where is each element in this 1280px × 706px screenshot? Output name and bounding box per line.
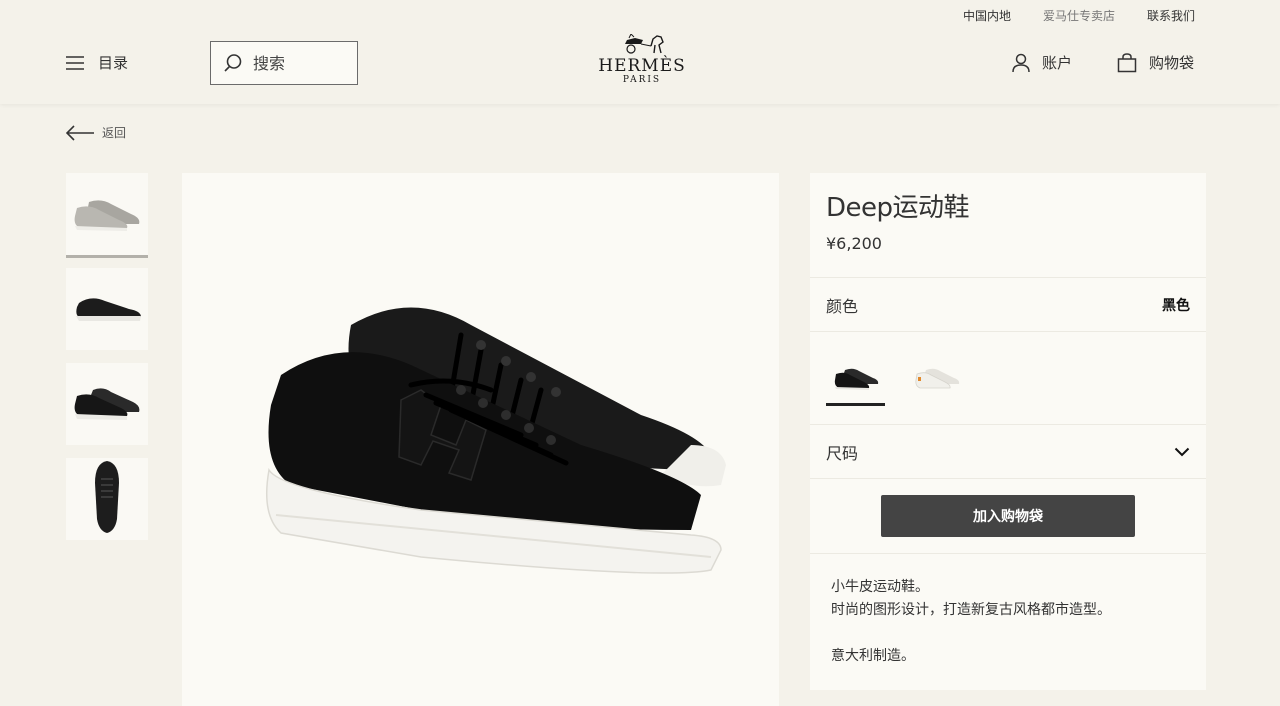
color-value: 黑色 (1162, 297, 1190, 314)
main-product-image[interactable] (182, 173, 779, 706)
black-sneaker-swatch-image (834, 368, 878, 390)
bag-label: 购物袋 (1149, 54, 1195, 72)
add-to-bag-button[interactable]: 加入购物袋 (881, 495, 1135, 537)
product-title: Deep运动鞋 (826, 193, 970, 223)
grey-sneaker-pair-image (74, 200, 140, 231)
account-label: 账户 (1042, 54, 1073, 72)
thumbnail-list (66, 173, 148, 553)
site-header: 中国内地 爱马仕专卖店 联系我们 目录 HERMÈS PARIS (0, 0, 1280, 104)
swatch-black[interactable] (826, 352, 885, 406)
thumbnail-2[interactable] (66, 268, 148, 350)
search-icon (224, 54, 242, 72)
color-label: 颜色 (826, 296, 859, 316)
black-sneaker-pair-thumb-image (74, 388, 140, 420)
swatch-white[interactable] (907, 352, 966, 406)
top-links: 中国内地 爱马仕专卖店 联系我们 (963, 7, 1195, 24)
account-button[interactable]: 账户 (1012, 52, 1072, 73)
product-price: ¥6,200 (826, 234, 882, 253)
stores-link[interactable]: 爱马仕专卖店 (1043, 7, 1115, 24)
black-sneaker-top-image (95, 461, 119, 533)
arrow-left-icon (66, 125, 94, 141)
color-swatches (810, 332, 1206, 424)
white-sneaker-swatch-image (914, 368, 959, 389)
thumbnail-3[interactable] (66, 363, 148, 445)
back-label: 返回 (102, 126, 127, 140)
brand-logo[interactable]: HERMÈS PARIS (596, 33, 688, 85)
menu-label: 目录 (98, 54, 129, 72)
thumbnail-4[interactable] (66, 458, 148, 540)
chevron-down-icon (1174, 447, 1190, 456)
thumbnail-1[interactable] (66, 173, 148, 258)
size-selector[interactable]: 尺码 (810, 425, 1206, 478)
carriage-logo-icon (625, 33, 664, 54)
description-line: 意大利制造。 (831, 648, 915, 664)
region-link[interactable]: 中国内地 (963, 7, 1011, 24)
logo-city: PARIS (622, 75, 662, 85)
contact-link[interactable]: 联系我们 (1147, 7, 1195, 24)
back-link[interactable]: 返回 (66, 124, 126, 141)
product-panel: Deep运动鞋 ¥6,200 颜色 黑色 尺码 加入购物袋 小牛皮运动鞋。 时尚… (810, 173, 1206, 690)
product-description: 小牛皮运动鞋。 时尚的图形设计，打造新复古风格都市造型。 意大利制造。 (810, 554, 1206, 690)
color-row: 颜色 黑色 (810, 278, 1206, 331)
description-line: 时尚的图形设计，打造新复古风格都市造型。 (831, 602, 1111, 618)
black-sneaker-side-image (76, 298, 141, 321)
black-sneaker-pair-image (265, 307, 726, 574)
menu-button[interactable]: 目录 (66, 52, 128, 73)
hamburger-icon (66, 55, 84, 70)
product-header: Deep运动鞋 ¥6,200 (810, 173, 1206, 277)
search-box[interactable] (210, 41, 358, 85)
description-line: 小牛皮运动鞋。 (831, 579, 929, 595)
size-label: 尺码 (826, 443, 859, 463)
bag-button[interactable]: 购物袋 (1117, 52, 1194, 73)
shopping-bag-icon (1117, 52, 1137, 72)
add-to-bag-section: 加入购物袋 (810, 479, 1206, 553)
logo-brand: HERMÈS (598, 56, 686, 76)
search-input[interactable] (253, 53, 343, 73)
user-icon (1012, 53, 1030, 72)
